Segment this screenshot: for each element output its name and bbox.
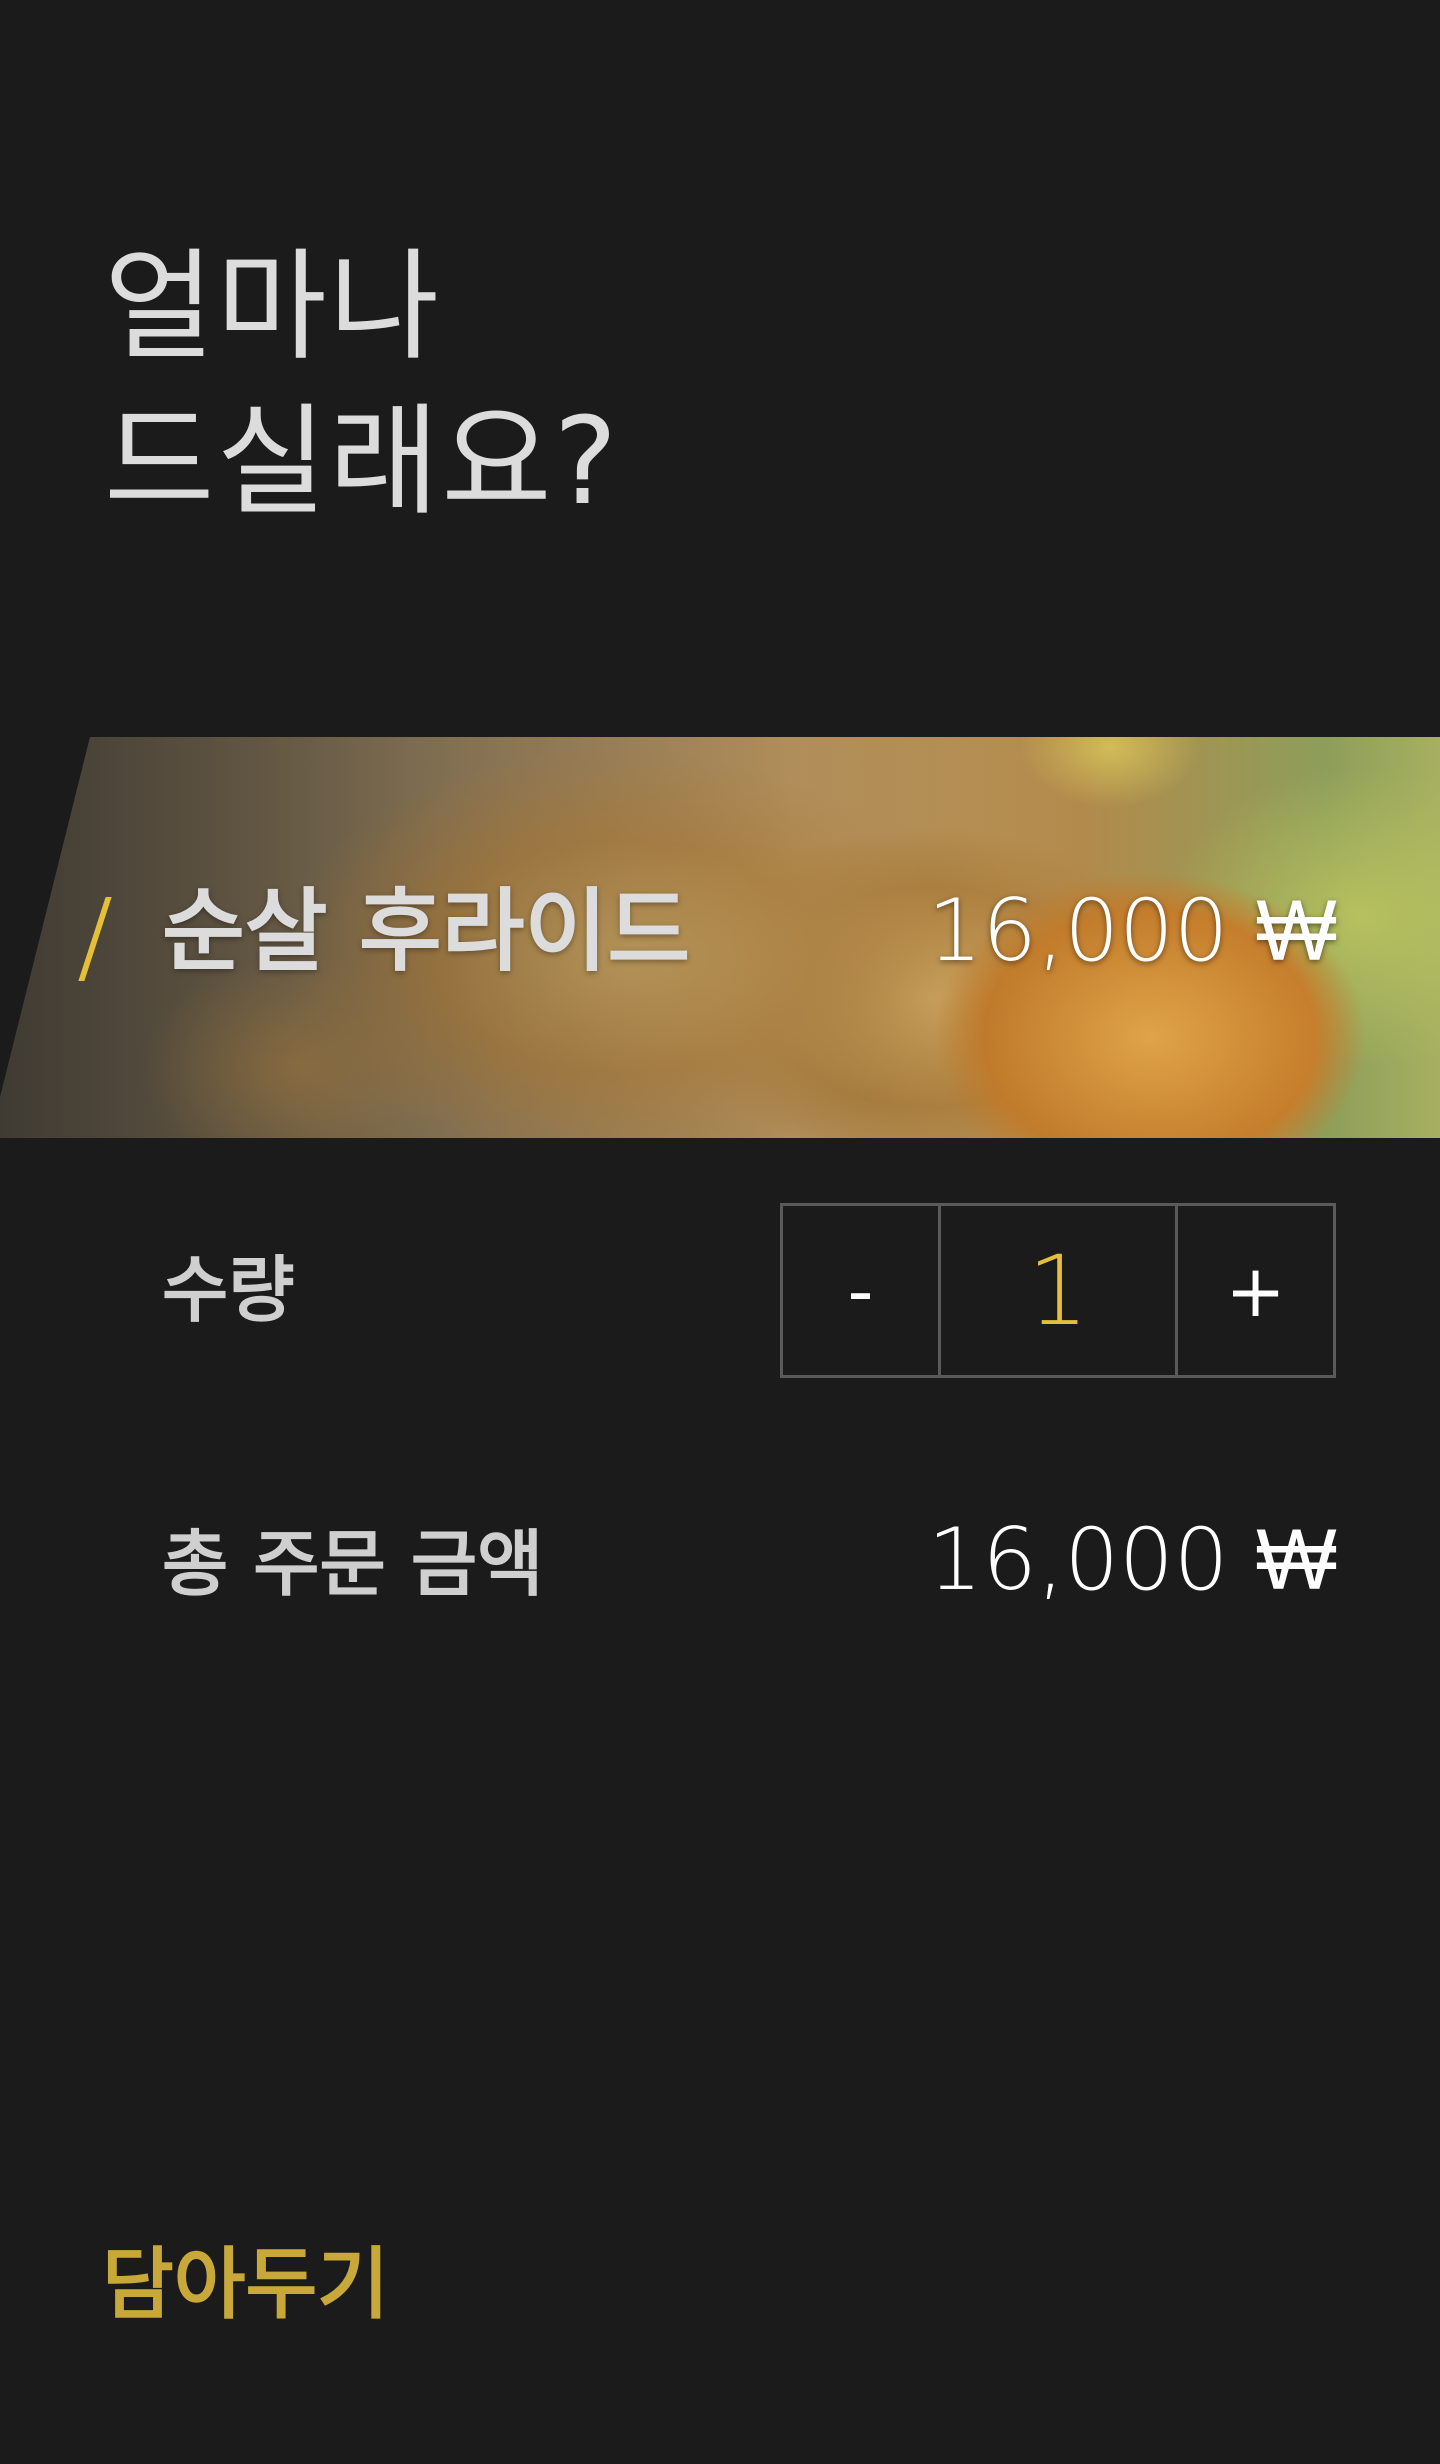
increment-button[interactable]: + bbox=[1178, 1206, 1333, 1375]
quantity-value: 1 bbox=[938, 1206, 1178, 1375]
headline-line-1: 얼마나 bbox=[104, 238, 442, 377]
product-banner: 순살 후라이드 16,000 ₩ bbox=[0, 737, 1440, 1138]
quantity-label: 수량 bbox=[162, 1248, 295, 1332]
product-price: 16,000 ₩ bbox=[927, 881, 1337, 981]
page-headline: 얼마나 드실래요? bbox=[104, 230, 619, 540]
total-amount: 16,000 ₩ bbox=[927, 1510, 1337, 1610]
headline-line-2: 드실래요? bbox=[104, 393, 620, 532]
total-label: 총 주문 금액 bbox=[162, 1522, 544, 1606]
product-name: 순살 후라이드 bbox=[162, 879, 691, 984]
quantity-stepper: - 1 + bbox=[780, 1203, 1336, 1378]
add-to-cart-button[interactable]: 담아두기 bbox=[102, 2230, 389, 2340]
decrement-button[interactable]: - bbox=[783, 1206, 938, 1375]
